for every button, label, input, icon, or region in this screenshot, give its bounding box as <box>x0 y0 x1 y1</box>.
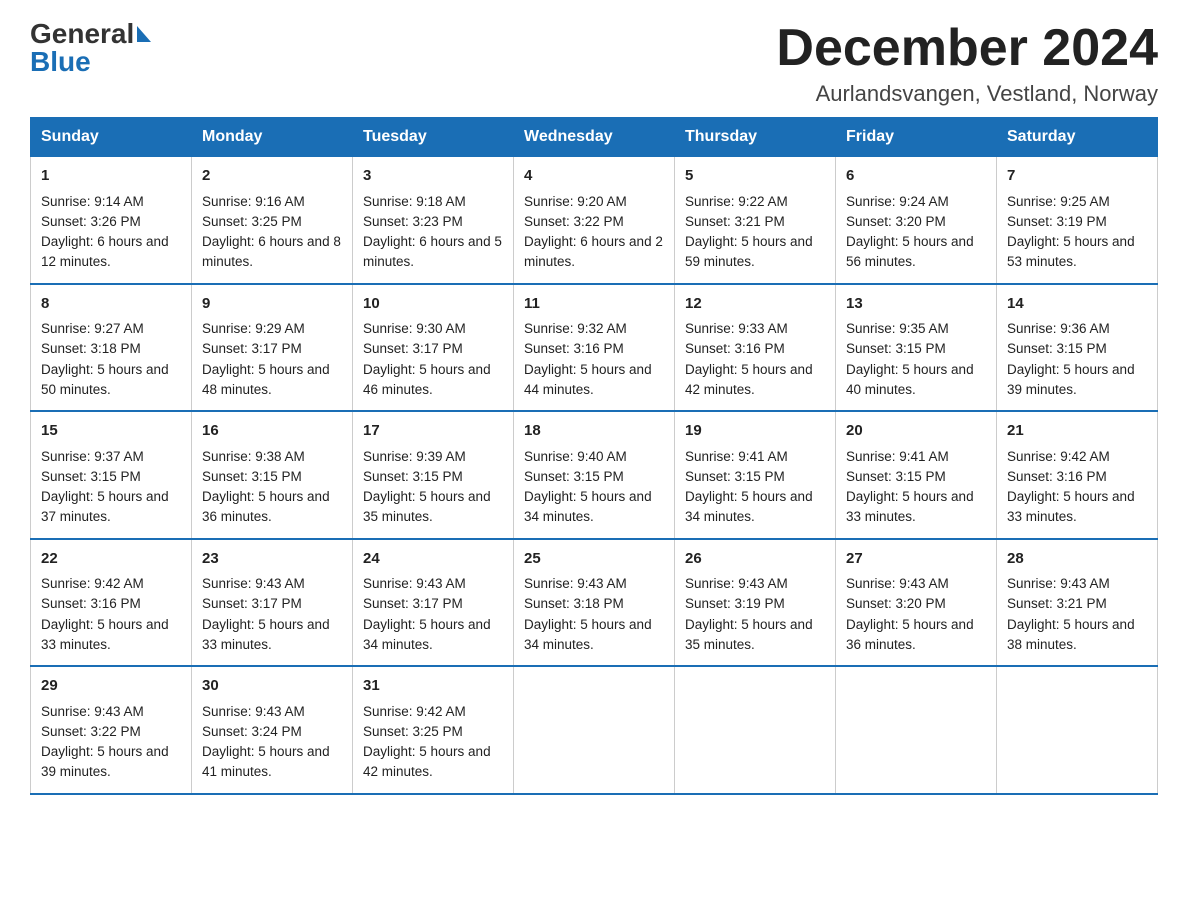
calendar-cell: 19Sunrise: 9:41 AMSunset: 3:15 PMDayligh… <box>675 411 836 539</box>
logo-blue-text: Blue <box>30 48 91 76</box>
day-number: 2 <box>202 165 342 188</box>
day-number: 10 <box>363 293 503 316</box>
calendar-cell: 18Sunrise: 9:40 AMSunset: 3:15 PMDayligh… <box>514 411 675 539</box>
day-number: 1 <box>41 165 181 188</box>
logo-general-text: General <box>30 20 151 48</box>
day-number: 24 <box>363 548 503 571</box>
day-number: 3 <box>363 165 503 188</box>
logo-triangle-icon <box>137 26 151 42</box>
calendar-cell: 7Sunrise: 9:25 AMSunset: 3:19 PMDaylight… <box>997 157 1158 284</box>
calendar-cell: 4Sunrise: 9:20 AMSunset: 3:22 PMDaylight… <box>514 157 675 284</box>
calendar-cell: 29Sunrise: 9:43 AMSunset: 3:22 PMDayligh… <box>31 666 192 794</box>
calendar-cell: 2Sunrise: 9:16 AMSunset: 3:25 PMDaylight… <box>192 157 353 284</box>
calendar-cell: 24Sunrise: 9:43 AMSunset: 3:17 PMDayligh… <box>353 539 514 667</box>
day-number: 16 <box>202 420 342 443</box>
calendar-cell <box>997 666 1158 794</box>
calendar-header-tuesday: Tuesday <box>353 118 514 157</box>
day-number: 5 <box>685 165 825 188</box>
calendar-cell: 3Sunrise: 9:18 AMSunset: 3:23 PMDaylight… <box>353 157 514 284</box>
calendar-header-thursday: Thursday <box>675 118 836 157</box>
day-number: 22 <box>41 548 181 571</box>
calendar-cell: 10Sunrise: 9:30 AMSunset: 3:17 PMDayligh… <box>353 284 514 412</box>
day-number: 31 <box>363 675 503 698</box>
calendar-week-row: 22Sunrise: 9:42 AMSunset: 3:16 PMDayligh… <box>31 539 1158 667</box>
calendar-header-monday: Monday <box>192 118 353 157</box>
day-number: 12 <box>685 293 825 316</box>
calendar-cell: 27Sunrise: 9:43 AMSunset: 3:20 PMDayligh… <box>836 539 997 667</box>
calendar-week-row: 1Sunrise: 9:14 AMSunset: 3:26 PMDaylight… <box>31 157 1158 284</box>
calendar-cell: 22Sunrise: 9:42 AMSunset: 3:16 PMDayligh… <box>31 539 192 667</box>
logo: General Blue <box>30 20 151 76</box>
page-subtitle: Aurlandsvangen, Vestland, Norway <box>776 81 1158 107</box>
day-number: 6 <box>846 165 986 188</box>
day-number: 28 <box>1007 548 1147 571</box>
calendar-cell <box>514 666 675 794</box>
calendar-cell <box>675 666 836 794</box>
calendar-cell: 16Sunrise: 9:38 AMSunset: 3:15 PMDayligh… <box>192 411 353 539</box>
title-block: December 2024 Aurlandsvangen, Vestland, … <box>776 20 1158 107</box>
day-number: 8 <box>41 293 181 316</box>
day-number: 20 <box>846 420 986 443</box>
calendar-cell: 11Sunrise: 9:32 AMSunset: 3:16 PMDayligh… <box>514 284 675 412</box>
day-number: 18 <box>524 420 664 443</box>
calendar-cell: 15Sunrise: 9:37 AMSunset: 3:15 PMDayligh… <box>31 411 192 539</box>
calendar-header-sunday: Sunday <box>31 118 192 157</box>
calendar-cell: 28Sunrise: 9:43 AMSunset: 3:21 PMDayligh… <box>997 539 1158 667</box>
calendar-cell: 20Sunrise: 9:41 AMSunset: 3:15 PMDayligh… <box>836 411 997 539</box>
day-number: 21 <box>1007 420 1147 443</box>
day-number: 19 <box>685 420 825 443</box>
calendar-cell: 1Sunrise: 9:14 AMSunset: 3:26 PMDaylight… <box>31 157 192 284</box>
calendar-cell: 26Sunrise: 9:43 AMSunset: 3:19 PMDayligh… <box>675 539 836 667</box>
day-number: 15 <box>41 420 181 443</box>
calendar-cell: 17Sunrise: 9:39 AMSunset: 3:15 PMDayligh… <box>353 411 514 539</box>
day-number: 14 <box>1007 293 1147 316</box>
calendar-cell: 14Sunrise: 9:36 AMSunset: 3:15 PMDayligh… <box>997 284 1158 412</box>
calendar-cell: 5Sunrise: 9:22 AMSunset: 3:21 PMDaylight… <box>675 157 836 284</box>
day-number: 26 <box>685 548 825 571</box>
calendar-cell: 23Sunrise: 9:43 AMSunset: 3:17 PMDayligh… <box>192 539 353 667</box>
calendar-header-friday: Friday <box>836 118 997 157</box>
day-number: 30 <box>202 675 342 698</box>
day-number: 9 <box>202 293 342 316</box>
day-number: 13 <box>846 293 986 316</box>
calendar-cell: 31Sunrise: 9:42 AMSunset: 3:25 PMDayligh… <box>353 666 514 794</box>
calendar-cell <box>836 666 997 794</box>
day-number: 7 <box>1007 165 1147 188</box>
day-number: 11 <box>524 293 664 316</box>
calendar-header-row: SundayMondayTuesdayWednesdayThursdayFrid… <box>31 118 1158 157</box>
day-number: 23 <box>202 548 342 571</box>
calendar-week-row: 8Sunrise: 9:27 AMSunset: 3:18 PMDaylight… <box>31 284 1158 412</box>
page-header: General Blue December 2024 Aurlandsvange… <box>30 20 1158 107</box>
day-number: 29 <box>41 675 181 698</box>
calendar-cell: 21Sunrise: 9:42 AMSunset: 3:16 PMDayligh… <box>997 411 1158 539</box>
calendar-cell: 9Sunrise: 9:29 AMSunset: 3:17 PMDaylight… <box>192 284 353 412</box>
calendar-cell: 13Sunrise: 9:35 AMSunset: 3:15 PMDayligh… <box>836 284 997 412</box>
calendar-header-wednesday: Wednesday <box>514 118 675 157</box>
day-number: 4 <box>524 165 664 188</box>
day-number: 17 <box>363 420 503 443</box>
calendar-header-saturday: Saturday <box>997 118 1158 157</box>
calendar-cell: 6Sunrise: 9:24 AMSunset: 3:20 PMDaylight… <box>836 157 997 284</box>
calendar-cell: 25Sunrise: 9:43 AMSunset: 3:18 PMDayligh… <box>514 539 675 667</box>
calendar-cell: 30Sunrise: 9:43 AMSunset: 3:24 PMDayligh… <box>192 666 353 794</box>
calendar-cell: 12Sunrise: 9:33 AMSunset: 3:16 PMDayligh… <box>675 284 836 412</box>
calendar-table: SundayMondayTuesdayWednesdayThursdayFrid… <box>30 117 1158 795</box>
day-number: 25 <box>524 548 664 571</box>
day-number: 27 <box>846 548 986 571</box>
calendar-week-row: 15Sunrise: 9:37 AMSunset: 3:15 PMDayligh… <box>31 411 1158 539</box>
calendar-week-row: 29Sunrise: 9:43 AMSunset: 3:22 PMDayligh… <box>31 666 1158 794</box>
calendar-cell: 8Sunrise: 9:27 AMSunset: 3:18 PMDaylight… <box>31 284 192 412</box>
page-title: December 2024 <box>776 20 1158 77</box>
